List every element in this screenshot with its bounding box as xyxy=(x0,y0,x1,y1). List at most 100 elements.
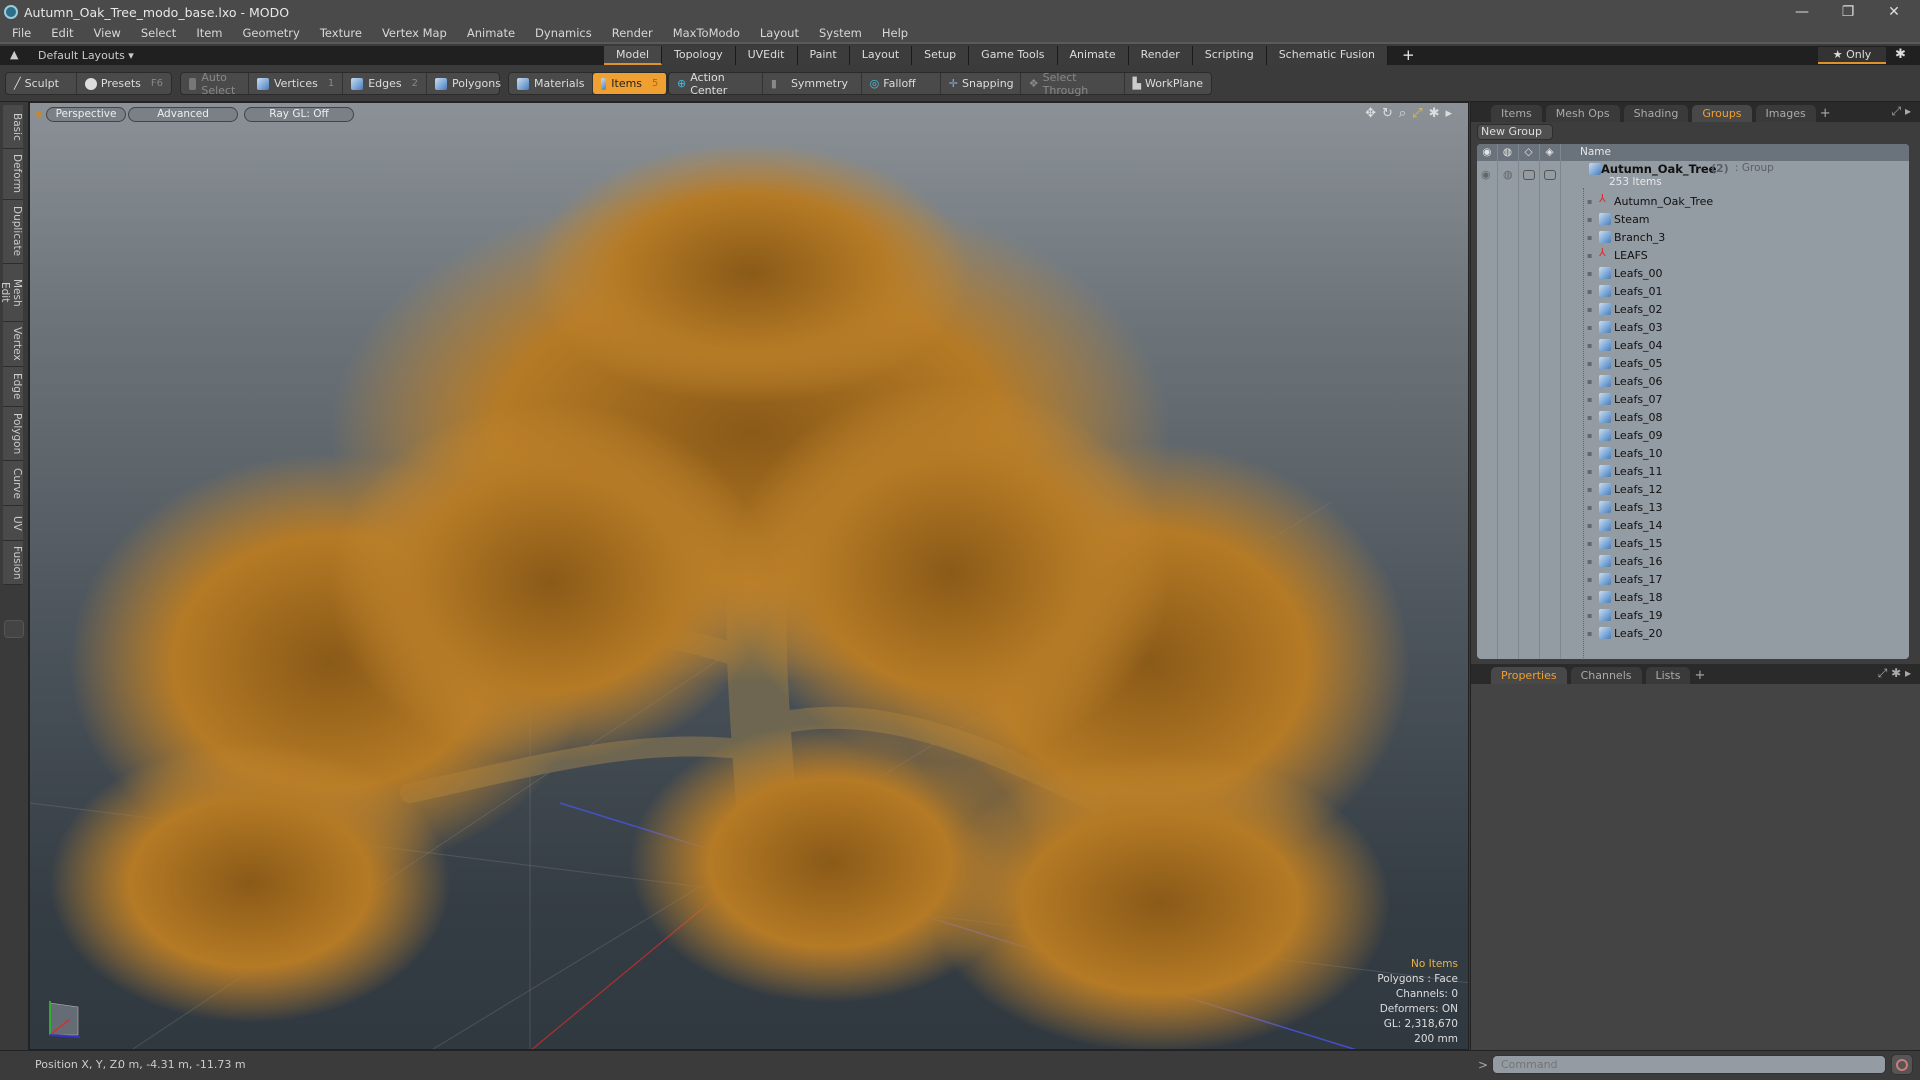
presets-button[interactable]: Presets F6 xyxy=(77,73,171,94)
list-item[interactable]: ▪ Branch_3 xyxy=(1477,228,1909,246)
list-item[interactable]: ▪ Leafs_13 xyxy=(1477,498,1909,516)
lock-column-icon[interactable]: ◇ xyxy=(1518,144,1539,161)
list-item[interactable]: ▪ Leafs_15 xyxy=(1477,534,1909,552)
tab-edge[interactable]: Edge xyxy=(3,367,23,407)
tab-curve[interactable]: Curve xyxy=(3,461,23,506)
record-button[interactable] xyxy=(1891,1054,1913,1075)
list-item[interactable]: ▪ Leafs_09 xyxy=(1477,426,1909,444)
tab-uvedit[interactable]: UVEdit xyxy=(735,46,798,65)
tab-vertex[interactable]: Vertex xyxy=(3,322,23,367)
maximize-button[interactable]: ❐ xyxy=(1826,0,1870,24)
group-row[interactable]: ◉ ◍ Autumn_Oak_Tree (2) : Group 253 Item… xyxy=(1477,162,1909,192)
list-item[interactable]: ▪ Leafs_14 xyxy=(1477,516,1909,534)
list-item[interactable]: ▪ Steam xyxy=(1477,210,1909,228)
tab-fusion[interactable]: Fusion xyxy=(3,541,23,585)
add-properties-tab-button[interactable]: + xyxy=(1694,667,1705,684)
tab-mesh-edit[interactable]: Mesh Edit xyxy=(0,264,23,322)
menu-edit[interactable]: Edit xyxy=(51,26,73,40)
list-item[interactable]: ▪ Leafs_11 xyxy=(1477,462,1909,480)
menu-select[interactable]: Select xyxy=(141,26,176,40)
tab-paint[interactable]: Paint xyxy=(797,46,850,65)
symmetry-button[interactable]: ▮ Symmetry xyxy=(763,73,862,94)
tab-lists[interactable]: Lists xyxy=(1645,667,1691,684)
list-item[interactable]: ▪ Leafs_19 xyxy=(1477,606,1909,624)
render-column-icon[interactable]: ◍ xyxy=(1497,144,1518,161)
list-item[interactable]: ▪ Leafs_02 xyxy=(1477,300,1909,318)
tab-images[interactable]: Images xyxy=(1755,105,1816,122)
new-group-button[interactable]: New Group xyxy=(1477,124,1553,140)
tab-scripting[interactable]: Scripting xyxy=(1192,46,1267,65)
close-button[interactable]: ✕ xyxy=(1872,0,1916,24)
list-item[interactable]: ▪ Leafs_00 xyxy=(1477,264,1909,282)
list-item[interactable]: ▪ Leafs_10 xyxy=(1477,444,1909,462)
properties-settings-icon[interactable]: ⤢ ✱ ▸ xyxy=(1878,666,1911,681)
tab-mesh-ops[interactable]: Mesh Ops xyxy=(1545,105,1620,122)
tab-setup[interactable]: Setup xyxy=(912,46,970,65)
list-item[interactable]: ▪ Leafs_06 xyxy=(1477,372,1909,390)
tab-polygon[interactable]: Polygon xyxy=(3,407,23,461)
menu-file[interactable]: File xyxy=(12,26,31,40)
list-item[interactable]: ▪ Leafs_07 xyxy=(1477,390,1909,408)
list-item[interactable]: ▪ Leafs_01 xyxy=(1477,282,1909,300)
collapse-arrow-icon[interactable]: ▲ xyxy=(10,48,18,61)
sculpt-button[interactable]: ╱ Sculpt xyxy=(6,73,77,94)
tab-topology[interactable]: Topology xyxy=(662,46,736,65)
workplane-button[interactable]: ▙ WorkPlane xyxy=(1125,73,1212,94)
tab-model[interactable]: Model xyxy=(604,46,663,65)
minimize-button[interactable]: — xyxy=(1780,0,1824,24)
menu-dynamics[interactable]: Dynamics xyxy=(535,26,592,40)
tab-animate[interactable]: Animate xyxy=(1057,46,1129,65)
menu-item[interactable]: Item xyxy=(196,26,222,40)
add-panel-tab-button[interactable]: + xyxy=(1820,105,1831,122)
palette-toggle-button[interactable] xyxy=(4,620,24,638)
tab-duplicate[interactable]: Duplicate xyxy=(3,200,23,264)
tab-properties[interactable]: Properties xyxy=(1491,667,1567,684)
only-toggle[interactable]: ★ Only xyxy=(1818,47,1886,64)
tab-render[interactable]: Render xyxy=(1128,46,1193,65)
tab-shading[interactable]: Shading xyxy=(1623,105,1689,122)
list-item[interactable]: ▪ Leafs_16 xyxy=(1477,552,1909,570)
falloff-button[interactable]: ◎ Falloff xyxy=(862,73,941,94)
group-render-icon[interactable]: ◍ xyxy=(1503,168,1513,181)
snapping-button[interactable]: ✛ Snapping xyxy=(941,73,1021,94)
list-item[interactable]: ▪ Leafs_08 xyxy=(1477,408,1909,426)
list-item[interactable]: ▪ Leafs_20 xyxy=(1477,624,1909,642)
command-input[interactable] xyxy=(1492,1055,1886,1074)
gear-icon[interactable]: ✱ xyxy=(1895,47,1906,62)
action-center-button[interactable]: ⊕ Action Center xyxy=(669,71,763,97)
list-item[interactable]: ▪ ⅄ LEAFS xyxy=(1477,246,1909,264)
add-tab-button[interactable]: + xyxy=(1402,46,1415,65)
select-through-button[interactable]: ❖ Select Through xyxy=(1021,71,1125,97)
materials-button[interactable]: Materials xyxy=(509,73,594,94)
auto-select-button[interactable]: Auto Select xyxy=(181,71,249,97)
list-item[interactable]: ▪ Leafs_17 xyxy=(1477,570,1909,588)
group-lock-toggle[interactable] xyxy=(1523,170,1535,180)
visibility-column-icon[interactable]: ◉ xyxy=(1477,144,1497,161)
tab-basic[interactable]: Basic xyxy=(3,105,23,149)
tab-uv[interactable]: UV xyxy=(3,506,23,541)
panel-expand-icon[interactable]: ⤢ ▸ xyxy=(1892,104,1911,119)
tab-game-tools[interactable]: Game Tools xyxy=(969,46,1058,65)
group-select-toggle[interactable] xyxy=(1544,170,1556,180)
menu-render[interactable]: Render xyxy=(612,26,653,40)
menu-maxtomodo[interactable]: MaxToModo xyxy=(673,26,740,40)
items-button[interactable]: Items 5 xyxy=(593,73,668,94)
tab-groups[interactable]: Groups xyxy=(1692,105,1752,122)
tab-schematic-fusion[interactable]: Schematic Fusion xyxy=(1266,46,1389,65)
menu-view[interactable]: View xyxy=(94,26,121,40)
list-item[interactable]: ▪ Leafs_03 xyxy=(1477,318,1909,336)
3d-viewport[interactable]: Perspective Advanced Ray GL: Off ✥ ↻ ⌕ ⤢… xyxy=(29,102,1469,1050)
menu-layout[interactable]: Layout xyxy=(760,26,799,40)
select-column-icon[interactable]: ◈ xyxy=(1539,144,1560,161)
list-item[interactable]: ▪ Leafs_04 xyxy=(1477,336,1909,354)
list-item[interactable]: ▪ Leafs_12 xyxy=(1477,480,1909,498)
menu-help[interactable]: Help xyxy=(882,26,908,40)
tab-items[interactable]: Items xyxy=(1491,105,1542,122)
name-column-header[interactable]: Name xyxy=(1580,144,1611,161)
vertices-button[interactable]: Vertices 1 xyxy=(249,73,344,94)
list-item[interactable]: ▪ Leafs_18 xyxy=(1477,588,1909,606)
menu-system[interactable]: System xyxy=(819,26,862,40)
tab-deform[interactable]: Deform xyxy=(3,149,23,200)
menu-geometry[interactable]: Geometry xyxy=(243,26,300,40)
list-item[interactable]: ▪ Leafs_05 xyxy=(1477,354,1909,372)
